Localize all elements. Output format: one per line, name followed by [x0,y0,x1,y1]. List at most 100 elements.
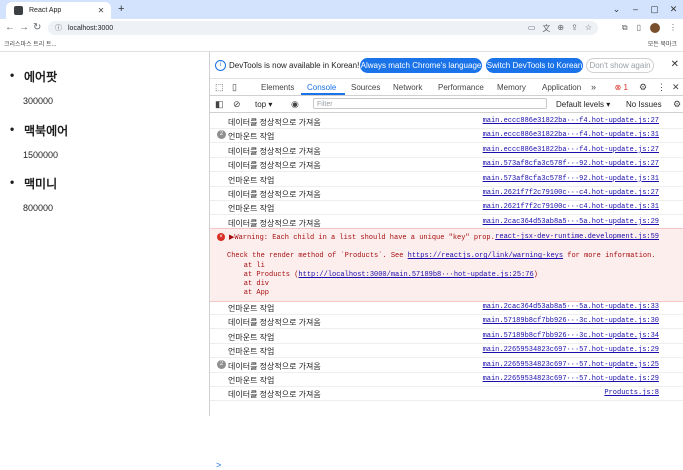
log-message: 데이터를 정상적으로 가져옴 [228,361,321,371]
gear-icon[interactable]: ⚙ [639,82,647,93]
console-row[interactable]: 언마운트 작업 main.22659534823c697···57.hot-upd… [210,372,683,387]
cast-icon[interactable]: ▭ [528,23,536,34]
page-content: 에어팟 300000 맥북에어 1500000 맥미니 800000 [0,52,209,416]
console-prompt[interactable]: > [216,460,221,470]
translate-icon[interactable]: 文 [542,23,550,34]
stack-source-link[interactable]: http://localhost:3000/main.57189b8···hot… [298,271,533,279]
back-icon[interactable]: ← [5,22,15,33]
close-tab-icon[interactable]: ✕ [95,6,107,15]
log-message: 언마운트 작업 [228,304,275,313]
window-controls: ⌄ – ▢ ✕ [607,0,683,19]
site-info-icon[interactable]: ⓘ [55,23,62,33]
console-row[interactable]: 언마운트 작업 main.2621f7f2c79100c···c4.hot-upd… [210,200,683,216]
info-icon: i [215,60,226,71]
source-link[interactable]: main.57189b8cf7bb926···3c.hot-update.js:… [483,332,659,340]
close-window-button[interactable]: ✕ [664,0,683,19]
tab-application[interactable]: Application [542,83,581,92]
browser-tab-bar: React App ✕ + ⌄ – ▢ ✕ [0,0,683,19]
source-link[interactable]: main.2621f7f2c79100c···c4.hot-update.js:… [483,203,659,211]
source-link[interactable]: Products.js:8 [604,389,659,397]
filter-input[interactable]: Filter [313,98,547,109]
source-link[interactable]: main.22659534823c697···57.hot-update.js:… [483,375,659,383]
log-message: 데이터를 정상적으로 가져옴 [228,146,321,156]
levels-dropdown[interactable]: Default levels ▾ [556,100,610,109]
kebab-menu-icon[interactable]: ⋮ [657,82,666,93]
error-count-badge[interactable]: ⊗ 1 [615,83,628,92]
stack-line: at div [227,280,270,288]
console-row[interactable]: 데이터를 정상적으로 가져옴 main.eccc886e31822ba···f4.… [210,114,683,129]
console-row[interactable]: 데이터를 정상적으로 가져옴 main.eccc886e31822ba···f4.… [210,143,683,158]
sidebar-icon[interactable]: ▯ [637,23,641,33]
reload-icon[interactable]: ↻ [33,22,41,33]
zoom-icon[interactable]: ⊕ [557,23,564,34]
issues-indicator[interactable]: No Issues [626,100,662,109]
browser-tab[interactable]: React App ✕ [6,2,111,19]
console-row[interactable]: 언마운트 작업 main.22659534823c697···57.hot-upd… [210,343,683,359]
menu-icon[interactable]: ⋮ [669,23,677,33]
warning-source-link[interactable]: react-jsx-dev-runtime.development.js:59 [495,233,659,241]
console-row[interactable]: 언마운트 작업 main.573af8cfa3c578f···92.hot-upd… [210,172,683,187]
source-link[interactable]: main.2cac364d53ab8a5···5a.hot-update.js:… [483,303,659,311]
eye-icon[interactable]: ◉ [291,99,299,110]
source-link[interactable]: main.573af8cfa3c578f···92.hot-update.js:… [483,160,659,168]
share-icon[interactable]: ⇪ [571,23,578,34]
source-link[interactable]: main.573af8cfa3c578f···92.hot-update.js:… [483,175,659,183]
chevron-down-icon[interactable]: ⌄ [607,0,626,19]
more-tabs-icon[interactable]: » [591,82,596,92]
log-message: 언마운트 작업 [228,132,275,142]
product-name: 에어팟 [10,68,57,85]
extensions-icon[interactable]: ⧉ [622,23,628,33]
warning-title[interactable]: ▶Warning: Each child in a list should ha… [229,233,495,242]
bookmarks-bar: 크리스마스 트리 트... 모든 북마크 [0,37,683,52]
new-tab-button[interactable]: + [118,3,124,15]
console-row[interactable]: 2 데이터를 정상적으로 가져옴 main.22659534823c697···57… [210,358,683,373]
inspect-icon[interactable]: ⬚ [215,82,224,93]
sidebar-toggle-icon[interactable]: ◧ [215,99,224,110]
product-price: 300000 [23,96,54,106]
console-row[interactable]: 데이터를 정상적으로 가져옴 main.573af8cfa3c578f···92.… [210,157,683,173]
tab-console[interactable]: Console [307,83,336,92]
log-message: 데이터를 정상적으로 가져옴 [228,318,321,328]
tab-memory[interactable]: Memory [497,83,526,92]
warning-keys-link[interactable]: https://reactjs.org/link/warning-keys [408,252,563,260]
source-link[interactable]: main.2cac364d53ab8a5···5a.hot-update.js:… [483,218,659,226]
context-selector[interactable]: top ▾ [255,100,272,109]
minimize-button[interactable]: – [626,0,645,19]
console-row[interactable]: 데이터를 정상적으로 가져옴 Products.js:8 [210,386,683,402]
maximize-button[interactable]: ▢ [645,0,664,19]
match-language-button[interactable]: Always match Chrome's language [360,58,482,73]
device-toolbar-icon[interactable]: ▯ [232,82,237,93]
source-link[interactable]: main.eccc886e31822ba···f4.hot-update.js:… [483,131,659,139]
url-text[interactable]: localhost:3000 [68,25,113,32]
bookmark-item[interactable]: 크리스마스 트리 트... [4,39,57,48]
console-row[interactable]: 언마운트 작업 main.2cac364d53ab8a5···5a.hot-upd… [210,300,683,315]
clear-console-icon[interactable]: ⊘ [233,99,241,110]
close-icon[interactable]: ✕ [671,59,679,70]
avatar[interactable] [650,23,660,33]
tab-title: React App [29,7,62,14]
console-row[interactable]: 2 언마운트 작업 main.eccc886e31822ba···f4.hot-up… [210,128,683,144]
forward-icon[interactable]: → [19,22,29,33]
dont-show-again-button[interactable]: Don't show again [586,58,654,73]
tab-network[interactable]: Network [393,83,422,92]
source-link[interactable]: main.eccc886e31822ba···f4.hot-update.js:… [483,117,659,125]
source-link[interactable]: main.2621f7f2c79100c···c4.hot-update.js:… [483,189,659,197]
switch-korean-button[interactable]: Switch DevTools to Korean [486,58,583,73]
close-devtools-icon[interactable]: ✕ [672,82,680,93]
tab-sources[interactable]: Sources [351,83,380,92]
all-bookmarks[interactable]: 모든 북마크 [648,39,677,48]
source-link[interactable]: main.57189b8cf7bb926···3c.hot-update.js:… [483,317,659,325]
tab-elements[interactable]: Elements [261,83,294,92]
active-tab-indicator [301,93,345,95]
source-link[interactable]: main.eccc886e31822ba···f4.hot-update.js:… [483,146,659,154]
source-link[interactable]: main.22659534823c697···57.hot-update.js:… [483,361,659,369]
source-link[interactable]: main.22659534823c697···57.hot-update.js:… [483,346,659,354]
omnibox[interactable]: ⓘ localhost:3000 ▭ 文 ⊕ ⇪ ☆ [48,21,598,35]
bookmark-star-icon[interactable]: ☆ [585,23,592,34]
tab-performance[interactable]: Performance [438,83,484,92]
console-settings-icon[interactable]: ⚙ [673,99,681,110]
console-row[interactable]: 데이터를 정상적으로 가져옴 main.57189b8cf7bb926···3c.… [210,314,683,330]
console-row[interactable]: 언마운트 작업 main.57189b8cf7bb926···3c.hot-upd… [210,329,683,344]
console-row[interactable]: 데이터를 정상적으로 가져옴 main.2621f7f2c79100c···c4.… [210,186,683,201]
stack-line: at App [227,289,270,297]
